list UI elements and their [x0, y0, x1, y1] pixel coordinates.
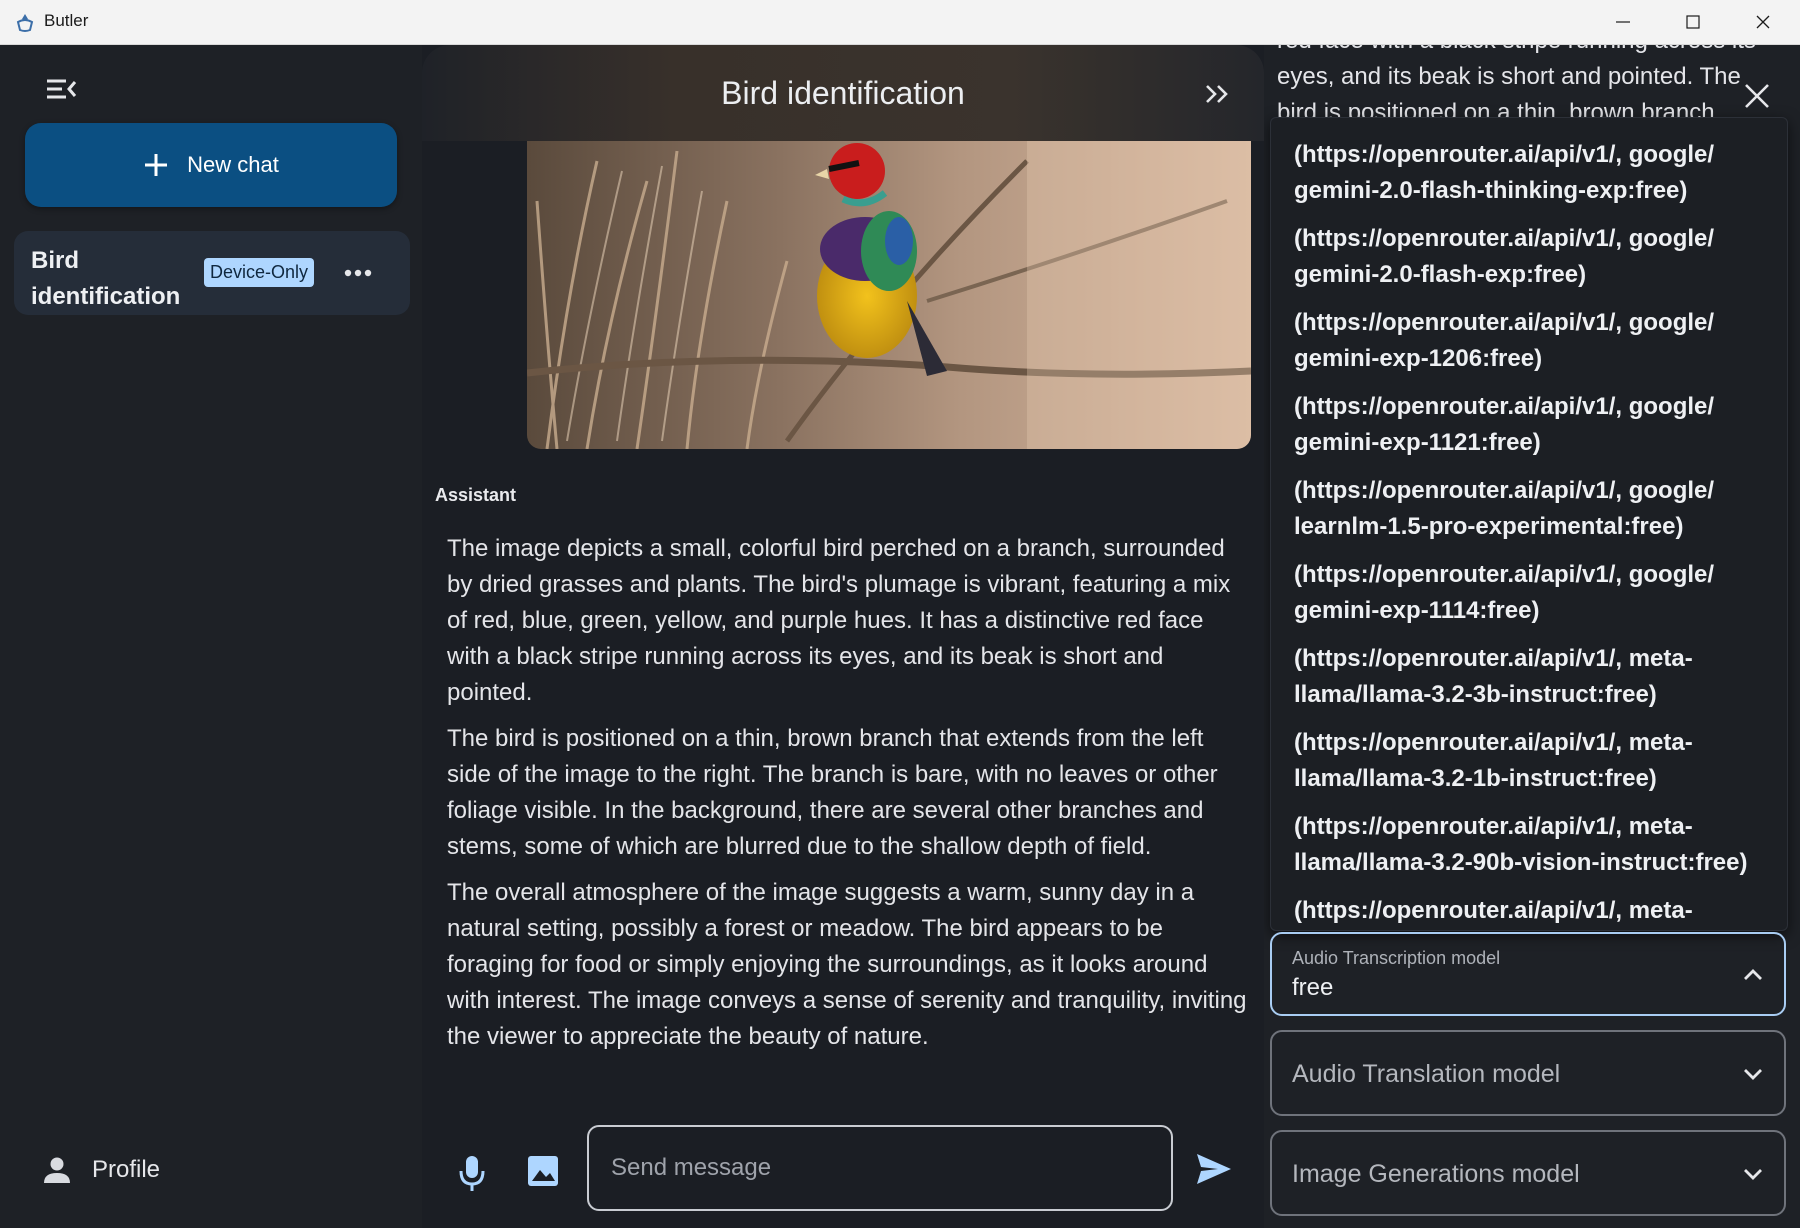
send-icon[interactable] [1194, 1151, 1234, 1187]
message-role-label: Assistant [435, 485, 517, 505]
audio-transcription-value: free [1292, 974, 1334, 1001]
chevron-down-icon [1744, 1069, 1762, 1080]
chat-list-item[interactable]: Bird identification Device-Only [14, 231, 410, 315]
settings-panel: red face with a black stripe running acr… [1264, 45, 1800, 1228]
model-option[interactable]: (https://openrouter.ai/api/v1/, meta- ll… [1271, 790, 1787, 876]
plus-icon [145, 154, 168, 176]
maximize-icon [1686, 15, 1700, 29]
image-generation-model-select[interactable]: Image Generations model [1270, 1130, 1786, 1216]
chat-header: Bird identification [422, 45, 1264, 141]
model-option[interactable]: (https://openrouter.ai/api/v1/, meta- [1271, 874, 1787, 930]
message-composer [422, 1125, 1264, 1225]
audio-translation-label: Audio Translation model [1292, 1060, 1561, 1088]
chat-title: Bird identification [721, 75, 965, 111]
microphone-icon[interactable] [456, 1153, 488, 1193]
send-message-input[interactable] [587, 1125, 1173, 1211]
message-paragraph: The image depicts a small, colorful bird… [447, 535, 1231, 706]
chevron-up-icon [1744, 969, 1762, 980]
model-option[interactable]: (https://openrouter.ai/api/v1/, meta- ll… [1271, 622, 1787, 708]
model-option[interactable]: (https://openrouter.ai/api/v1/, meta- ll… [1271, 706, 1787, 792]
image-generation-label: Image Generations model [1292, 1160, 1580, 1188]
audio-translation-model-select[interactable]: Audio Translation model [1270, 1030, 1786, 1116]
bird-photo [527, 141, 1251, 449]
device-only-badge: Device-Only [204, 258, 315, 287]
chevron-down-icon [1744, 1169, 1762, 1180]
new-chat-label: New chat [187, 152, 279, 177]
sidebar: New chat Bird identification Device-Only… [0, 45, 422, 1228]
message-paragraph: The bird is positioned on a thin, brown … [447, 725, 1218, 860]
app-icon [16, 14, 34, 32]
person-icon [44, 1157, 70, 1183]
close-icon[interactable] [1742, 81, 1772, 111]
window-title: Butler [44, 11, 89, 30]
model-option[interactable]: (https://openrouter.ai/api/v1/, google/ … [1271, 118, 1787, 204]
chat-item-title: Bird identification [31, 247, 181, 310]
double-chevron-right-icon[interactable] [1202, 81, 1232, 107]
profile-label: Profile [92, 1156, 161, 1183]
model-option[interactable]: (https://openrouter.ai/api/v1/, google/ … [1271, 454, 1787, 540]
profile-button[interactable]: Profile [42, 1150, 160, 1190]
audio-transcription-model-select[interactable]: Audio Transcription model free [1270, 932, 1786, 1016]
window-close-button[interactable] [1728, 0, 1798, 45]
window-titlebar: Butler [0, 0, 1800, 45]
menu-collapse-icon[interactable] [44, 75, 78, 103]
model-option[interactable]: (https://openrouter.ai/api/v1/, google/ … [1271, 202, 1787, 288]
image-icon[interactable] [526, 1154, 560, 1188]
model-option[interactable]: (https://openrouter.ai/api/v1/, google/ … [1271, 538, 1787, 624]
new-chat-button[interactable]: New chat [25, 123, 397, 207]
maximize-button[interactable] [1658, 0, 1728, 45]
model-option[interactable]: (https://openrouter.ai/api/v1/, google/ … [1271, 286, 1787, 372]
model-options-dropdown: (https://openrouter.ai/api/v1/, google/ … [1270, 117, 1788, 931]
minimize-button[interactable] [1588, 0, 1658, 45]
audio-transcription-label: Audio Transcription model [1292, 948, 1501, 968]
message-paragraph: The overall atmosphere of the image sugg… [447, 879, 1247, 1050]
chat-panel: Bird identification Assistant The image … [422, 45, 1264, 1228]
close-icon [1756, 15, 1770, 29]
minimize-icon [1616, 21, 1630, 23]
bird-photo-illustration [527, 141, 1251, 449]
more-horizontal-icon[interactable] [340, 258, 376, 288]
model-option[interactable]: (https://openrouter.ai/api/v1/, google/ … [1271, 370, 1787, 456]
assistant-message: The image depicts a small, colorful bird… [447, 531, 1247, 1065]
